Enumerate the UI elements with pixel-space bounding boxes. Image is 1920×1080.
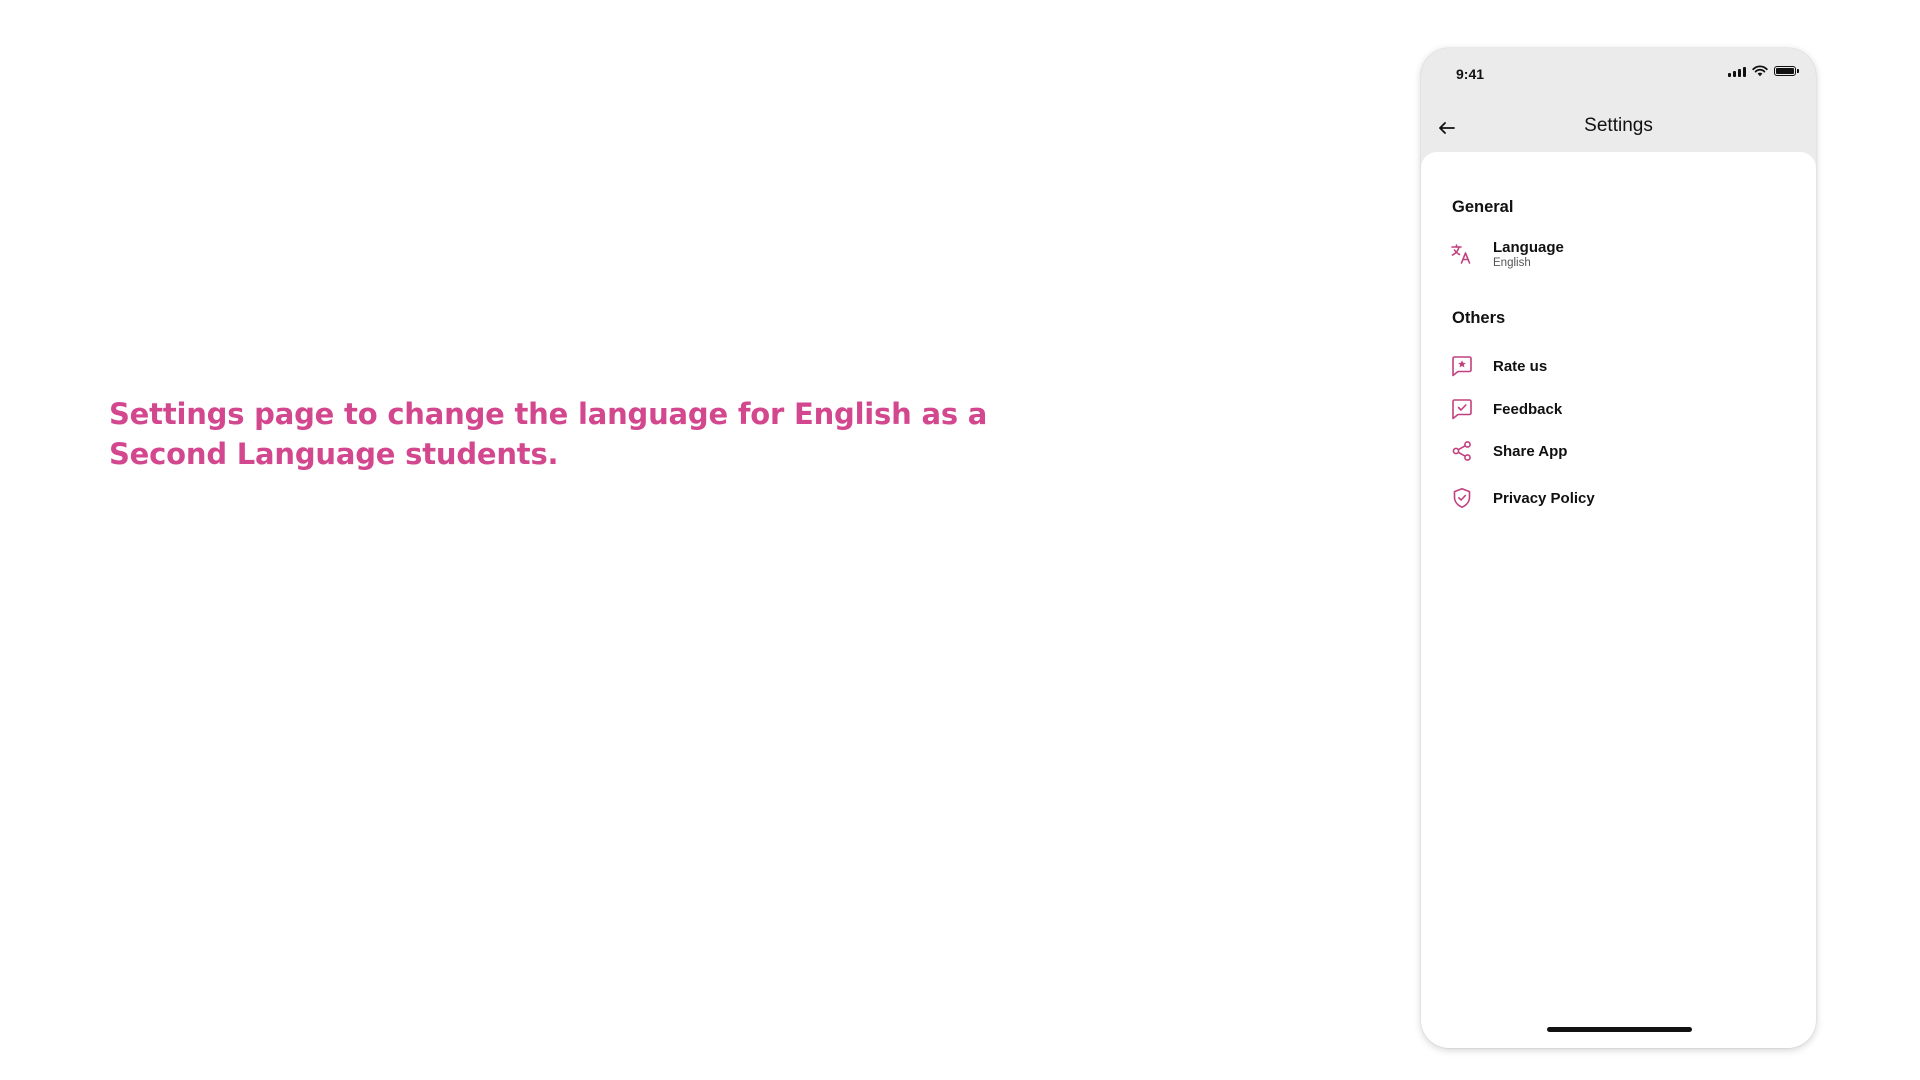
wifi-icon [1752,65,1768,77]
shield-check-icon [1449,485,1475,511]
status-bar: 9:41 [1421,48,1816,104]
status-time: 9:41 [1456,66,1485,82]
settings-item-label: Share App [1493,442,1568,460]
status-icons [1728,65,1799,77]
settings-item-rate-us[interactable]: Rate us [1449,348,1789,384]
share-icon [1449,438,1475,464]
section-title-others: Others [1452,309,1506,327]
settings-item-label: Feedback [1493,400,1563,418]
settings-item-label: Privacy Policy [1493,489,1595,507]
page-title: Settings [1584,115,1653,136]
settings-content: General Language English Others Rate us … [1421,152,1816,1048]
language-value: English [1493,257,1531,269]
caption-text: Settings page to change the language for… [109,397,988,471]
translate-icon [1449,241,1475,267]
battery-icon [1774,66,1799,76]
settings-item-privacy-policy[interactable]: Privacy Policy [1449,480,1789,516]
settings-item-feedback[interactable]: Feedback [1449,391,1789,427]
settings-item-label: Rate us [1493,357,1548,375]
settings-item-language[interactable]: Language English [1449,236,1789,272]
slide-canvas: Settings page to change the language for… [0,0,1920,1080]
home-indicator[interactable] [1546,1027,1692,1032]
check-message-icon [1449,396,1475,422]
settings-item-label: Language [1493,239,1564,256]
signal-icon [1728,66,1746,77]
settings-item-share-app[interactable]: Share App [1449,433,1789,469]
section-title-general: General [1452,198,1514,216]
nav-bar: Settings [1421,104,1816,152]
phone-frame: 9:41 Settings General Language English O… [1421,48,1816,1048]
star-message-icon [1449,353,1475,379]
